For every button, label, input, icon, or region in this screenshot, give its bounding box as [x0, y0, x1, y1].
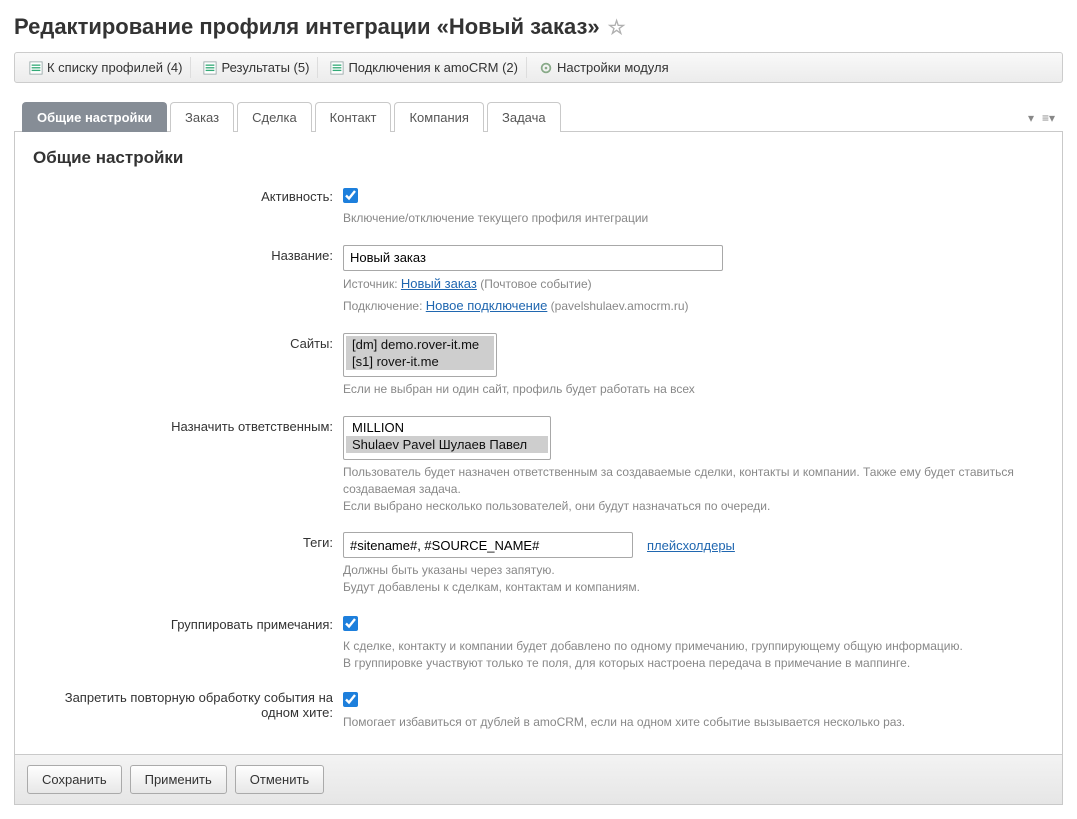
link-source[interactable]: Новый заказ	[401, 276, 477, 291]
panel-heading: Общие настройки	[33, 148, 1044, 168]
favorite-star-icon[interactable]: ☆	[608, 15, 626, 40]
page-title: Редактирование профиля интеграции «Новый…	[14, 14, 1063, 40]
site-option[interactable]: [s1] rover-it.me	[346, 353, 494, 370]
hint-tags-1: Должны быть указаны через запятую.	[343, 562, 1044, 579]
checkbox-prevent-reprocess[interactable]	[343, 692, 358, 707]
hint-responsible-1: Пользователь будет назначен ответственны…	[343, 464, 1044, 498]
select-responsible[interactable]: MILLION Shulaev Pavel Шулаев Павел	[343, 416, 551, 460]
select-sites[interactable]: [dm] demo.rover-it.me [s1] rover-it.me	[343, 333, 497, 377]
link-connection[interactable]: Новое подключение	[426, 298, 548, 313]
toolbar-label: К списку профилей (4)	[47, 60, 182, 75]
toolbar-label: Настройки модуля	[557, 60, 669, 75]
tab-order[interactable]: Заказ	[170, 102, 234, 132]
input-tags[interactable]	[343, 532, 633, 558]
row-activity: Активность: Включение/отключение текущег…	[33, 186, 1044, 227]
row-sites: Сайты: [dm] demo.rover-it.me [s1] rover-…	[33, 333, 1044, 398]
responsible-option[interactable]: MILLION	[346, 419, 548, 436]
gear-icon	[539, 61, 553, 75]
hint-group-notes-1: К сделке, контакту и компании будет доба…	[343, 638, 1044, 655]
label-name: Название:	[33, 245, 343, 315]
list-icon	[203, 61, 217, 75]
label-sites: Сайты:	[33, 333, 343, 398]
tab-company[interactable]: Компания	[394, 102, 484, 132]
cancel-button[interactable]: Отменить	[235, 765, 324, 794]
checkbox-group-notes[interactable]	[343, 616, 358, 631]
tab-task[interactable]: Задача	[487, 102, 561, 132]
toolbar-connections[interactable]: Подключения к amoCRM (2)	[322, 57, 527, 78]
label-responsible: Назначить ответственным:	[33, 416, 343, 514]
row-name: Название: Источник: Новый заказ (Почтово…	[33, 245, 1044, 315]
toolbar-profiles-list[interactable]: К списку профилей (4)	[21, 57, 191, 78]
hint-prevent-reprocess: Помогает избавиться от дублей в amoCRM, …	[343, 714, 1044, 731]
toolbar-results[interactable]: Результаты (5)	[195, 57, 318, 78]
tab-deal[interactable]: Сделка	[237, 102, 312, 132]
list-icon	[29, 61, 43, 75]
hint-name-connection: Подключение: Новое подключение (pavelshu…	[343, 297, 1044, 315]
toolbar-module-settings[interactable]: Настройки модуля	[531, 57, 677, 78]
row-responsible: Назначить ответственным: MILLION Shulaev…	[33, 416, 1044, 514]
main-panel: Общие настройки Активность: Включение/от…	[14, 132, 1063, 755]
tab-tools: ▾ ≡▾	[1028, 111, 1055, 131]
row-prevent-reprocess: Запретить повторную обработку события на…	[33, 690, 1044, 731]
apply-button[interactable]: Применить	[130, 765, 227, 794]
toolbar-label: Подключения к amoCRM (2)	[348, 60, 518, 75]
hint-responsible-2: Если выбрано несколько пользователей, он…	[343, 498, 1044, 515]
site-option[interactable]: [dm] demo.rover-it.me	[346, 336, 494, 353]
hint-group-notes-2: В группировке участвуют только те поля, …	[343, 655, 1044, 672]
hint-sites: Если не выбран ни один сайт, профиль буд…	[343, 381, 1044, 398]
tab-general[interactable]: Общие настройки	[22, 102, 167, 132]
label-group-notes: Группировать примечания:	[33, 614, 343, 672]
row-group-notes: Группировать примечания: К сделке, конта…	[33, 614, 1044, 672]
label-prevent-reprocess: Запретить повторную обработку события на…	[33, 690, 343, 731]
tabs-row: Общие настройки Заказ Сделка Контакт Ком…	[14, 101, 1063, 132]
menu-icon[interactable]: ≡▾	[1042, 111, 1055, 125]
label-activity: Активность:	[33, 186, 343, 227]
input-name[interactable]	[343, 245, 723, 271]
hint-tags-2: Будут добавлены к сделкам, контактам и к…	[343, 579, 1044, 596]
label-tags: Теги:	[33, 532, 343, 596]
page-title-text: Редактирование профиля интеграции «Новый…	[14, 14, 600, 40]
toolbar-label: Результаты (5)	[221, 60, 309, 75]
tab-contact[interactable]: Контакт	[315, 102, 392, 132]
responsible-option[interactable]: Shulaev Pavel Шулаев Павел	[346, 436, 548, 453]
checkbox-activity[interactable]	[343, 188, 358, 203]
settings-dropdown-icon[interactable]: ▾	[1028, 111, 1034, 125]
row-tags: Теги: плейсхолдеры Должны быть указаны ч…	[33, 532, 1044, 596]
top-toolbar: К списку профилей (4) Результаты (5) Под…	[14, 52, 1063, 83]
link-placeholders[interactable]: плейсхолдеры	[647, 538, 735, 553]
hint-activity: Включение/отключение текущего профиля ин…	[343, 210, 1044, 227]
list-icon	[330, 61, 344, 75]
hint-name-source: Источник: Новый заказ (Почтовое событие)	[343, 275, 1044, 293]
save-button[interactable]: Сохранить	[27, 765, 122, 794]
footer-bar: Сохранить Применить Отменить	[14, 755, 1063, 805]
